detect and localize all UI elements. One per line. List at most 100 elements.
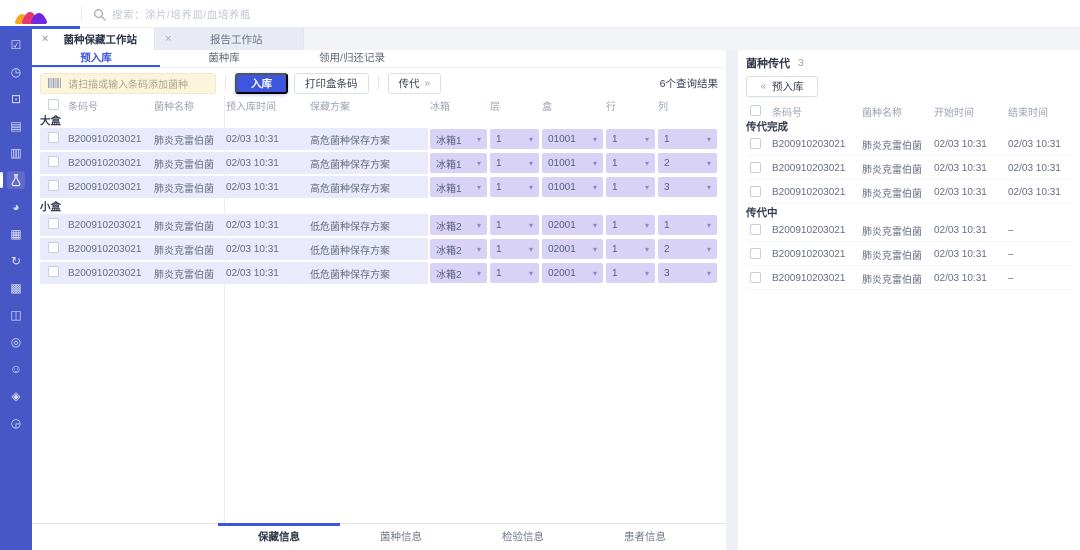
row-checkbox[interactable] [750,185,761,197]
fridge-select[interactable]: 冰箱1 ▾ [430,177,487,197]
tab-test-info[interactable]: 检验信息 [462,524,584,550]
tab-strain-preservation-station[interactable]: × 菌种保藏工作站 [32,28,154,50]
dropdown-cell: 1 ▾ [604,176,656,198]
subtab-strain-library[interactable]: 菌种库 [160,50,288,67]
row-select[interactable]: 1 ▾ [606,215,655,235]
row-checkbox[interactable] [48,242,59,253]
dropdown-cell: 3 ▾ [656,176,718,198]
tab-strain-info[interactable]: 菌种信息 [340,524,462,550]
select-all-checkbox[interactable] [750,104,761,116]
layer-select[interactable]: 1 ▾ [490,129,539,149]
box-select[interactable]: 01001 ▾ [542,129,603,149]
col-header-box: 盒 [542,102,552,113]
global-search[interactable]: 搜索：涂片/培养皿/血培养瓶 [93,0,251,28]
image-icon[interactable]: ◫ [7,306,25,324]
row-checkbox[interactable] [750,137,761,149]
col-select[interactable]: 2 ▾ [658,239,717,259]
app-logo[interactable] [14,3,54,25]
history-icon[interactable]: ↻ [7,252,25,270]
card-icon[interactable]: ▥ [7,144,25,162]
row-checkbox[interactable] [750,223,761,235]
layer-select[interactable]: 1 ▾ [490,239,539,259]
close-icon[interactable]: × [165,33,171,45]
layer-select[interactable]: 1 ▾ [490,153,539,173]
row-checkbox[interactable] [48,218,59,229]
dropdown-cell: 1 ▾ [488,262,540,284]
pie-chart-icon[interactable]: ◕ [7,198,25,216]
passage-button[interactable]: 传代 » [387,72,442,94]
back-to-prestorage-button[interactable]: « 预入库 [746,76,818,97]
barcode-cell: B200910203021 [772,163,846,174]
scan-input-placeholder: 请扫描或输入条码添加菌种 [68,79,188,91]
row-select[interactable]: 1 ▾ [606,153,655,173]
layer-select[interactable]: 1 ▾ [490,215,539,235]
fridge-select[interactable]: 冰箱2 ▾ [430,263,487,283]
camera-icon[interactable]: ⊡ [7,90,25,108]
dropdown-cell: 1 ▾ [488,214,540,236]
subtab-pre-storage[interactable]: 预入库 [32,50,160,67]
row-checkbox[interactable] [48,156,59,167]
fridge-select[interactable]: 冰箱1 ▾ [430,153,487,173]
chevron-down-icon: ▾ [476,220,481,230]
tab-patient-info[interactable]: 患者信息 [584,524,706,550]
clock-icon[interactable]: ◷ [7,63,25,81]
chevron-down-icon: ▾ [528,134,533,144]
dropdown-cell: 1 ▾ [488,128,540,150]
subtab-borrow-return-records[interactable]: 领用/归还记录 [288,50,416,67]
chevron-down-icon: ▾ [528,182,533,192]
tab-label: 报告工作站 [209,33,263,46]
row-select[interactable]: 1 ▾ [606,129,655,149]
row-select[interactable]: 1 ▾ [606,263,655,283]
row-checkbox[interactable] [48,132,59,143]
col-select[interactable]: 1 ▾ [658,215,717,235]
layer-select[interactable]: 1 ▾ [490,177,539,197]
barcode-cell: B200910203021 [772,139,846,150]
smiley-icon[interactable]: ☺ [7,360,25,378]
fridge-select[interactable]: 冰箱2 ▾ [430,239,487,259]
dropdown-value: 1 [496,133,502,145]
row-select[interactable]: 1 ▾ [606,239,655,259]
col-select[interactable]: 2 ▾ [658,153,717,173]
topbar-divider [81,7,82,21]
preserve-plan-cell: 高危菌种保存方案 [310,135,390,147]
barcode-scan-input[interactable]: 请扫描或输入条码添加菌种 [40,72,216,94]
prestore-time-cell: 02/03 10:31 [226,219,279,231]
logo-mark [15,11,47,24]
box-select[interactable]: 02001 ▾ [542,239,603,259]
badge-icon[interactable]: ◈ [7,387,25,405]
col-select[interactable]: 3 ▾ [658,263,717,283]
layer-select[interactable]: 1 ▾ [490,263,539,283]
row-select[interactable]: 1 ▾ [606,177,655,197]
box-select[interactable]: 02001 ▾ [542,263,603,283]
print-box-barcode-button[interactable]: 打印盒条码 [294,72,369,94]
form-icon[interactable]: ▦ [7,225,25,243]
row-checkbox[interactable] [750,271,761,283]
col-select[interactable]: 3 ▾ [658,177,717,197]
table-row: B200910203021 肺炎克雷伯菌 02/03 10:31 高危菌种保存方案 冰箱… [40,176,718,198]
report-icon[interactable]: ▤ [7,117,25,135]
row-checkbox[interactable] [750,247,761,259]
close-icon[interactable]: × [42,33,48,45]
box-select[interactable]: 01001 ▾ [542,153,603,173]
checklist-icon[interactable]: ☑ [7,36,25,54]
row-checkbox[interactable] [48,266,59,277]
tab-report-station[interactable]: × 报告工作站 [154,28,304,50]
fridge-select[interactable]: 冰箱2 ▾ [430,215,487,235]
chevron-down-icon: ▾ [592,158,597,168]
tab-preservation-info[interactable]: 保藏信息 [218,523,340,550]
compass-icon[interactable]: ◶ [7,414,25,432]
box-select[interactable]: 02001 ▾ [542,215,603,235]
fridge-select[interactable]: 冰箱1 ▾ [430,129,487,149]
flask-icon[interactable] [0,171,25,189]
select-all-checkbox[interactable] [48,98,59,110]
dropdown-value: 01001 [548,133,576,145]
target-icon[interactable]: ◎ [7,333,25,351]
dropdown-value: 2 [664,157,670,169]
row-checkbox[interactable] [48,180,59,191]
barcode-icon[interactable]: ▩ [7,279,25,297]
box-select[interactable]: 01001 ▾ [542,177,603,197]
col-select[interactable]: 1 ▾ [658,129,717,149]
chevron-down-icon: ▾ [528,244,533,254]
stock-in-button[interactable]: 入库 [235,72,288,94]
row-checkbox[interactable] [750,161,761,173]
